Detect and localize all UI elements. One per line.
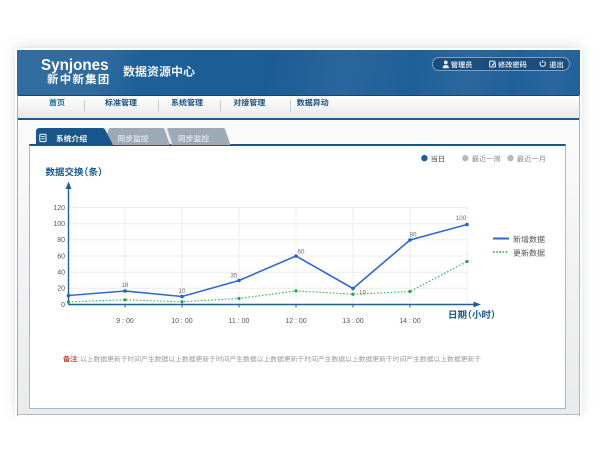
svg-text:100: 100	[456, 215, 467, 222]
svg-text:18: 18	[122, 282, 129, 289]
svg-text:100: 100	[53, 221, 65, 228]
svg-text:20: 20	[57, 286, 65, 293]
svg-text:0: 0	[61, 302, 65, 309]
svg-text:10: 10	[179, 288, 186, 295]
svg-text:12 : 00: 12 : 00	[285, 318, 307, 325]
svg-text:35: 35	[231, 273, 238, 280]
svg-text:10 : 00: 10 : 00	[171, 318, 193, 325]
svg-text:80: 80	[57, 237, 65, 244]
svg-text:9 : 00: 9 : 00	[116, 318, 134, 325]
svg-text:11 : 00: 11 : 00	[229, 318, 250, 325]
svg-text:14 : 00: 14 : 00	[399, 318, 421, 325]
svg-text:60: 60	[57, 253, 65, 260]
svg-text:40: 40	[57, 270, 65, 277]
svg-text:120: 120	[53, 205, 65, 212]
svg-text:10: 10	[359, 289, 366, 296]
svg-text:13 : 00: 13 : 00	[342, 318, 364, 325]
svg-text:60: 60	[298, 248, 305, 255]
svg-text:80: 80	[410, 232, 417, 239]
